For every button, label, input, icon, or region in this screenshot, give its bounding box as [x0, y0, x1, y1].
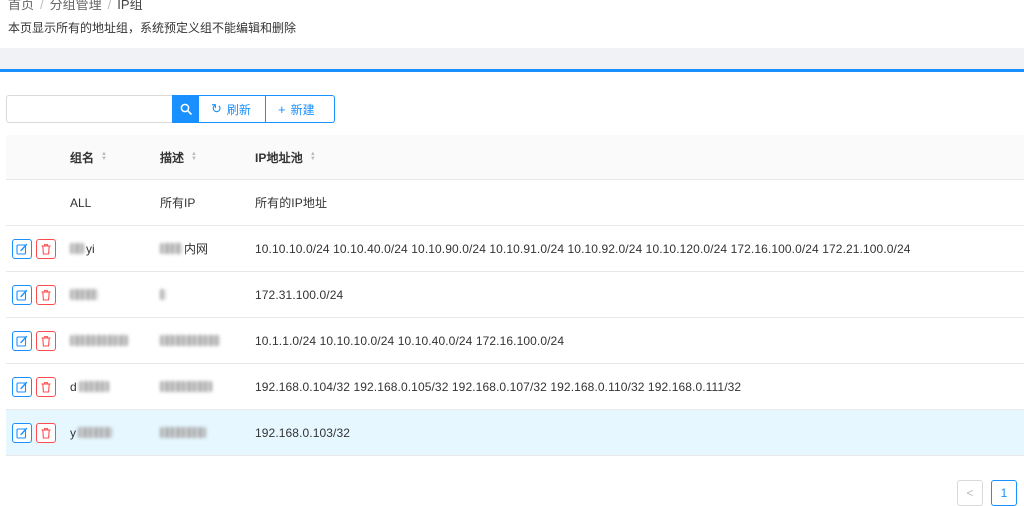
group-name-text: yi: [86, 241, 95, 256]
table-row[interactable]: 172.31.100.0/24: [6, 272, 1024, 318]
group-description: [160, 318, 250, 363]
edit-button[interactable]: [12, 238, 32, 259]
ip-pool: 192.168.0.104/32 192.168.0.105/32 192.16…: [255, 379, 742, 394]
table-row[interactable]: yi 内网 10.10.10.0/24 10.10.40.0/24 10.10.…: [6, 226, 1024, 272]
table-row[interactable]: d 192.168.0.104/32 192.168.0.105/32 192.…: [6, 364, 1024, 410]
group-name: [70, 272, 156, 317]
trash-icon: [41, 289, 51, 301]
edit-icon: [16, 243, 28, 255]
row-actions: [12, 410, 62, 455]
edit-button[interactable]: [12, 376, 32, 397]
edit-icon: [16, 381, 28, 393]
breadcrumb-home[interactable]: 首页: [8, 0, 34, 12]
toolbar: ↻ 刷新 + 新建: [6, 95, 335, 123]
row-actions: [12, 318, 62, 363]
group-description: 所有IP: [160, 196, 196, 210]
ip-pool: 10.1.1.0/24 10.10.10.0/24 10.10.40.0/24 …: [255, 333, 565, 348]
group-description: [160, 272, 250, 317]
edit-button[interactable]: [12, 330, 32, 351]
trash-icon: [41, 335, 51, 347]
group-description-text: 内网: [184, 242, 209, 256]
group-name: yi: [70, 226, 156, 271]
trash-icon: [41, 381, 51, 393]
search-input[interactable]: [6, 95, 172, 123]
redacted-text: [70, 335, 128, 346]
header-divider-band: [0, 48, 1024, 69]
column-header-pool[interactable]: IP地址池 ▲ ▼: [255, 135, 1015, 179]
plus-icon: +: [278, 101, 286, 117]
accent-line: [0, 69, 1024, 72]
redacted-text: [160, 335, 220, 346]
column-header-desc[interactable]: 描述 ▲ ▼: [160, 135, 250, 179]
delete-button[interactable]: [36, 330, 56, 351]
row-actions: [12, 364, 62, 409]
table-row[interactable]: y 192.168.0.103/32: [6, 410, 1024, 456]
redacted-text: [160, 243, 182, 254]
redacted-text: [160, 381, 212, 392]
group-description: 内网: [160, 226, 250, 271]
breadcrumb-group-management[interactable]: 分组管理: [50, 0, 102, 12]
redacted-text: [78, 381, 109, 392]
group-name-text: d: [70, 379, 77, 394]
column-header-desc-label: 描述: [160, 150, 185, 165]
breadcrumb-current: IP组: [117, 0, 143, 12]
row-actions: [12, 226, 62, 271]
redacted-text: [160, 289, 166, 300]
refresh-icon: ↻: [211, 101, 222, 116]
delete-button[interactable]: [36, 422, 56, 443]
delete-button[interactable]: [36, 238, 56, 259]
table-row[interactable]: ALL 所有IP 所有的IP地址: [6, 180, 1024, 226]
group-description: [160, 410, 250, 455]
pagination-prev-button[interactable]: <: [957, 480, 983, 506]
search-icon: [180, 103, 192, 115]
trash-icon: [41, 427, 51, 439]
sort-icon[interactable]: ▲ ▼: [310, 151, 316, 162]
breadcrumb: 首页 / 分组管理 / IP组: [8, 0, 143, 13]
group-name: [70, 318, 156, 363]
group-description: [160, 364, 250, 409]
trash-icon: [41, 243, 51, 255]
column-header-pool-label: IP地址池: [255, 150, 303, 165]
ip-pool: 10.10.10.0/24 10.10.40.0/24 10.10.90.0/2…: [255, 241, 911, 256]
table-row[interactable]: 10.1.1.0/24 10.10.10.0/24 10.10.40.0/24 …: [6, 318, 1024, 364]
sort-icon[interactable]: ▲ ▼: [191, 151, 197, 162]
breadcrumb-separator: /: [40, 0, 44, 12]
page-header: 首页 / 分组管理 / IP组 本页显示所有的地址组，系统预定义组不能编辑和删除: [0, 0, 1024, 48]
redacted-text: [70, 243, 84, 254]
edit-button[interactable]: [12, 284, 32, 305]
column-header-name[interactable]: 组名 ▲ ▼: [70, 135, 156, 179]
pagination-page-button[interactable]: 1: [991, 480, 1017, 506]
redacted-text: [78, 427, 112, 438]
group-name: y: [70, 410, 156, 455]
sort-icon[interactable]: ▲ ▼: [101, 151, 107, 162]
ip-pool: 172.31.100.0/24: [255, 287, 344, 302]
add-group-button[interactable]: + 新建: [266, 95, 335, 123]
group-name: d: [70, 364, 156, 409]
row-actions: [12, 272, 62, 317]
table-header-row: 组名 ▲ ▼ 描述 ▲ ▼ IP地址池 ▲ ▼: [6, 135, 1024, 180]
ip-group-table: 组名 ▲ ▼ 描述 ▲ ▼ IP地址池 ▲ ▼ ALL 所有IP 所有的IP地址 yi…: [6, 135, 1024, 456]
group-name: ALL: [70, 195, 92, 210]
edit-button[interactable]: [12, 422, 32, 443]
group-name-text: y: [70, 425, 76, 440]
breadcrumb-separator: /: [107, 0, 112, 12]
search-button[interactable]: [172, 95, 199, 123]
delete-button[interactable]: [36, 376, 56, 397]
edit-icon: [16, 427, 28, 439]
page-description: 本页显示所有的地址组，系统预定义组不能编辑和删除: [8, 21, 297, 35]
ip-pool: 192.168.0.103/32: [255, 425, 351, 440]
refresh-button[interactable]: ↻ 刷新: [199, 95, 266, 123]
delete-button[interactable]: [36, 284, 56, 305]
redacted-text: [70, 289, 98, 300]
edit-icon: [16, 335, 28, 347]
add-label: 新建: [290, 102, 315, 117]
edit-icon: [16, 289, 28, 301]
ip-pool: 所有的IP地址: [255, 196, 328, 210]
refresh-label: 刷新: [226, 102, 251, 117]
redacted-text: [160, 427, 206, 438]
column-header-name-label: 组名: [70, 150, 95, 165]
